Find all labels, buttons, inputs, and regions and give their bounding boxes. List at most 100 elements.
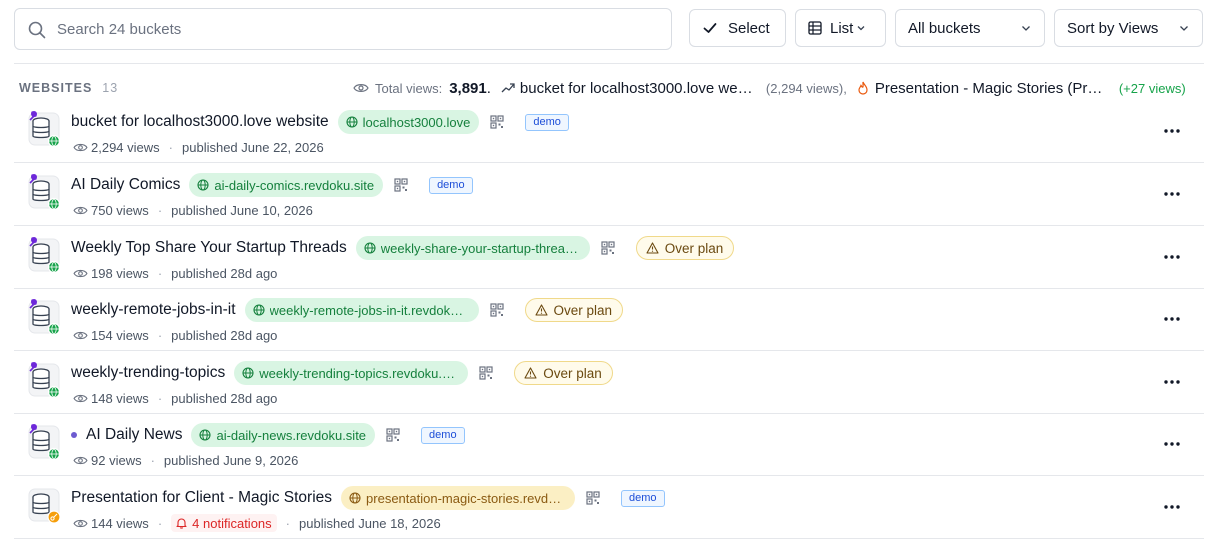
database-icon [28, 299, 61, 336]
bucket-title[interactable]: weekly-trending-topics [71, 364, 225, 382]
domain-pill[interactable]: presentation-magic-stories.revdoku.site [341, 486, 576, 510]
view-mode-button[interactable]: List [795, 9, 886, 47]
bucket-title[interactable]: AI Daily Comics [71, 176, 180, 194]
more-options-icon[interactable] [1162, 311, 1182, 327]
more-options-icon[interactable] [1162, 436, 1182, 452]
over-plan-badge[interactable]: Over plan [514, 361, 613, 385]
bucket-title[interactable]: AI Daily News [86, 426, 182, 444]
view-count: 2,294 views [91, 139, 160, 155]
select-label: Select [728, 19, 770, 37]
section-header: WEBSITES 13 Total views: 3,891 . bucket … [19, 76, 1199, 100]
view-count: 750 views [91, 202, 149, 218]
domain-pill[interactable]: weekly-trending-topics.revdoku.site [234, 361, 469, 385]
over-plan-badge[interactable]: Over plan [635, 236, 735, 260]
title-line: Presentation for Client - Magic Stories … [71, 486, 665, 510]
eye-icon [353, 84, 369, 92]
trending-up-icon [501, 83, 515, 93]
over-plan-badge[interactable]: Over plan [524, 298, 624, 322]
globe-badge-icon [47, 322, 61, 336]
notifications-label: 4 notifications [192, 515, 272, 531]
more-options-icon[interactable] [1162, 123, 1182, 139]
more-options-icon[interactable] [1162, 186, 1182, 202]
list-item[interactable]: Presentation for Client - Magic Stories … [14, 477, 1204, 539]
trending-bucket-link[interactable]: Presentation - Magic Stories (Presentati… [875, 80, 1107, 97]
domain-pill[interactable]: ai-daily-comics.revdoku.site [189, 173, 384, 197]
bucket-meta: 148 views · published 28d ago [73, 389, 277, 407]
list-item[interactable]: AI Daily Comics ai-daily-comics.revdoku.… [14, 164, 1204, 226]
flame-icon [858, 81, 868, 95]
select-button[interactable]: Select [689, 9, 786, 47]
meta-separator: · [168, 139, 173, 155]
list-item[interactable]: Weekly Top Share Your Startup Threads we… [14, 227, 1204, 289]
bucket-title[interactable]: Weekly Top Share Your Startup Threads [71, 239, 347, 257]
title-line: weekly-trending-topics weekly-trending-t… [71, 361, 613, 385]
more-options-icon[interactable] [1162, 249, 1182, 265]
qr-code-icon[interactable] [601, 241, 615, 255]
notifications-badge[interactable]: 4 notifications [171, 514, 277, 532]
domain-name: weekly-share-your-startup-threads.revdok… [380, 240, 581, 256]
chevron-down-icon [857, 26, 865, 31]
list-item[interactable]: AI Daily News ai-daily-news.revdoku.site… [14, 414, 1204, 476]
qr-code-icon[interactable] [386, 428, 400, 442]
qr-code-icon[interactable] [586, 491, 600, 505]
qr-code-icon[interactable] [489, 303, 504, 317]
total-views-label: Total views: [375, 80, 443, 96]
domain-pill[interactable]: weekly-remote-jobs-in-it.revdoku.site [244, 298, 479, 322]
view-count: 144 views [91, 515, 149, 531]
eye-icon [73, 269, 88, 277]
eye-icon [73, 456, 88, 464]
total-views-value: 3,891 [449, 79, 487, 97]
bucket-title[interactable]: bucket for localhost3000.love website [71, 113, 329, 131]
qr-code-icon[interactable] [479, 366, 493, 380]
globe-icon [364, 242, 376, 254]
list-item[interactable]: bucket for localhost3000.love website lo… [14, 101, 1204, 163]
more-options-icon[interactable] [1162, 499, 1182, 515]
qr-code-icon[interactable] [490, 115, 504, 129]
domain-pill[interactable]: weekly-share-your-startup-threads.revdok… [355, 236, 590, 260]
eye-icon [73, 331, 88, 339]
title-line: AI Daily Comics ai-daily-comics.revdoku.… [71, 173, 473, 197]
search-box[interactable] [14, 8, 672, 50]
list-item[interactable]: weekly-trending-topics weekly-trending-t… [14, 352, 1204, 414]
chevron-down-icon [1180, 26, 1188, 31]
toolbar: Select List All buckets Sort by Views [14, 8, 1204, 50]
search-icon [28, 21, 46, 39]
view-count: 92 views [91, 452, 142, 468]
eye-icon [73, 143, 88, 151]
published-date: published June 22, 2026 [182, 139, 324, 155]
list-icon [808, 21, 822, 35]
warning-icon [524, 367, 537, 379]
domain-name: ai-daily-comics.revdoku.site [214, 177, 375, 193]
eye-icon [73, 206, 88, 214]
domain-pill[interactable]: localhost3000.love [337, 110, 480, 134]
bucket-meta: 92 views · published June 9, 2026 [73, 451, 298, 469]
globe-badge-icon [47, 134, 61, 148]
check-icon [703, 23, 717, 33]
database-icon [28, 362, 61, 399]
view-count: 148 views [91, 390, 149, 406]
database-icon [28, 488, 61, 524]
demo-badge: demo [429, 176, 473, 194]
published-date: published 28d ago [171, 390, 278, 406]
trending-bucket-views: (+27 views) [1118, 80, 1186, 96]
view-count: 198 views [91, 265, 149, 281]
database-icon [28, 237, 61, 274]
bucket-title[interactable]: Presentation for Client - Magic Stories [71, 489, 332, 507]
demo-badge: demo [621, 489, 665, 507]
key-badge-icon [47, 510, 61, 524]
search-input[interactable] [57, 9, 657, 49]
globe-icon [252, 304, 265, 316]
meta-separator: · [157, 515, 163, 531]
qr-code-icon[interactable] [394, 178, 408, 192]
more-options-icon[interactable] [1162, 374, 1182, 390]
view-stats: Total views: 3,891 . bucket for localhos… [353, 76, 1186, 100]
bucket-filter-dropdown[interactable]: All buckets [895, 9, 1045, 47]
globe-badge-icon [47, 447, 61, 461]
globe-badge-icon [47, 197, 61, 211]
globe-icon [349, 492, 361, 504]
domain-pill[interactable]: ai-daily-news.revdoku.site [191, 423, 376, 447]
bucket-title[interactable]: weekly-remote-jobs-in-it [71, 301, 236, 319]
top-bucket-link[interactable]: bucket for localhost3000.love website [520, 80, 758, 97]
list-item[interactable]: weekly-remote-jobs-in-it weekly-remote-j… [14, 289, 1204, 351]
sort-dropdown[interactable]: Sort by Views [1054, 9, 1203, 47]
